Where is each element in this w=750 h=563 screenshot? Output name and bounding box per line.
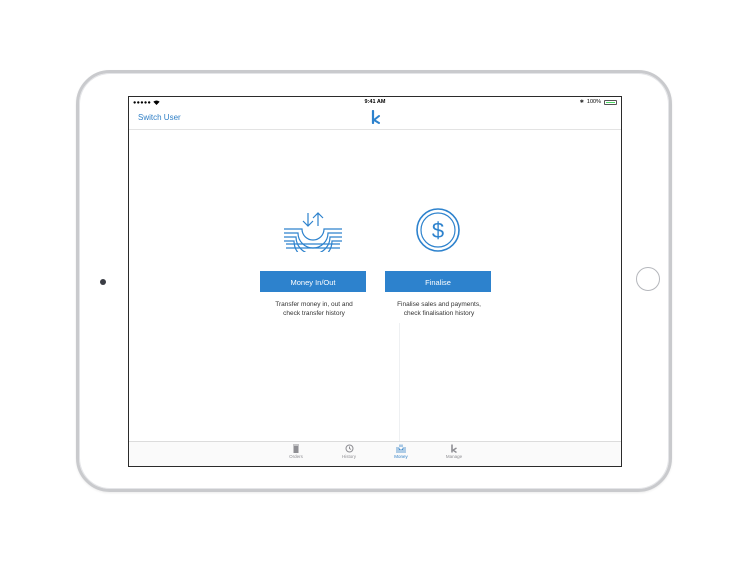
money-in-out-description: Transfer money in, out and check transfe… (252, 300, 376, 318)
status-right: ✱ 100% (580, 99, 617, 105)
history-icon (345, 444, 353, 453)
desc-line: check transfer history (283, 310, 345, 317)
tab-manage[interactable]: Manage (434, 444, 474, 459)
tab-label: Orders (289, 454, 303, 459)
battery-icon (604, 99, 617, 105)
bluetooth-icon: ✱ (579, 99, 584, 105)
money-tray-icon (396, 444, 406, 453)
k-logo-icon (451, 444, 457, 453)
trash-icon (293, 444, 299, 453)
tab-bar: Orders History Money Manage (129, 441, 621, 466)
tab-label: History (341, 454, 356, 459)
desc-line: check finalisation history (403, 310, 475, 317)
finalise-description: Finalise sales and payments, check final… (377, 300, 501, 318)
money-in-out-button[interactable]: Money In/Out (260, 271, 366, 292)
tab-label: Manage (445, 454, 463, 459)
tab-history[interactable]: History (329, 444, 369, 459)
home-button[interactable] (636, 267, 660, 291)
finalise-button[interactable]: Finalise (385, 271, 491, 292)
front-camera (100, 279, 106, 285)
k-logo-icon (371, 110, 380, 124)
money-transfer-icon (284, 212, 342, 252)
status-bar: ●●●●● 9:41 AM ✱ 100% (129, 97, 621, 108)
column-divider (399, 323, 400, 442)
desc-line: Finalise sales and payments, (397, 301, 481, 308)
switch-user-button[interactable]: Switch User (138, 113, 181, 122)
tab-label: Money (394, 454, 408, 459)
main-content: Money In/Out Transfer money in, out and … (129, 130, 621, 442)
tab-orders[interactable]: Orders (276, 444, 316, 459)
battery-percent: 100% (586, 99, 601, 105)
app-screen: ●●●●● 9:41 AM ✱ 100% Switch User Money I… (128, 96, 622, 467)
nav-bar: Switch User (129, 108, 621, 130)
dollar-circle-icon: $ (416, 208, 460, 252)
desc-line: Transfer money in, out and (275, 301, 353, 308)
status-time: 9:41 AM (364, 99, 386, 105)
svg-text:$: $ (432, 218, 444, 243)
tab-money[interactable]: Money (381, 444, 421, 459)
